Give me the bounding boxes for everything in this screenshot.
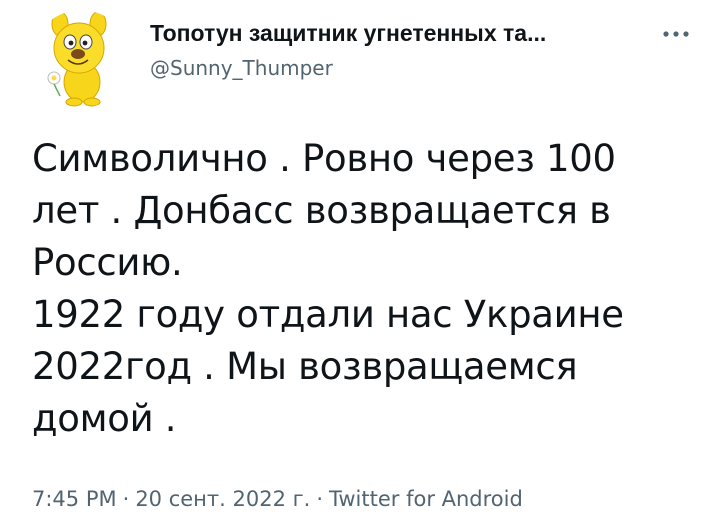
avatar[interactable] (32, 10, 130, 108)
tweet-text-line: домой . (32, 397, 177, 440)
tweet-text-line: Символично . Ровно через 100 (32, 137, 616, 180)
tweet-time-link[interactable]: 7:45 PM (32, 487, 117, 511)
tweet-text: Символично . Ровно через 100 лет . Донба… (32, 133, 692, 445)
author-names: Топотун защитник угнетенных та... @Sunny… (150, 18, 546, 82)
tweet: Топотун защитник угнетенных та... @Sunny… (0, 0, 720, 523)
meta-separator: · (316, 487, 324, 511)
cartoon-sun-character-icon (32, 10, 130, 108)
tweet-text-line: Россию. (32, 241, 183, 284)
tweet-meta: 7:45 PM · 20 сент. 2022 г. · Twitter for And… (32, 484, 523, 514)
display-name[interactable]: Топотун защитник угнетенных та... (150, 18, 546, 48)
tweet-date-link[interactable]: 20 сент. 2022 г. (135, 487, 310, 511)
tweet-text-line: 1922 году отдали нас Украине (32, 293, 624, 336)
more-dots-icon (663, 31, 689, 37)
tweet-source-link[interactable]: Twitter for Android (329, 487, 523, 511)
tweet-header: Топотун защитник угнетенных та... @Sunny… (32, 10, 692, 110)
more-button[interactable] (660, 22, 692, 46)
tweet-text-line: лет . Донбасс возвращается в (32, 189, 611, 232)
meta-separator: · (122, 487, 130, 511)
user-handle[interactable]: @Sunny_Thumper (150, 54, 546, 82)
tweet-text-line: 2022год . Мы возвращаемся (32, 345, 578, 388)
